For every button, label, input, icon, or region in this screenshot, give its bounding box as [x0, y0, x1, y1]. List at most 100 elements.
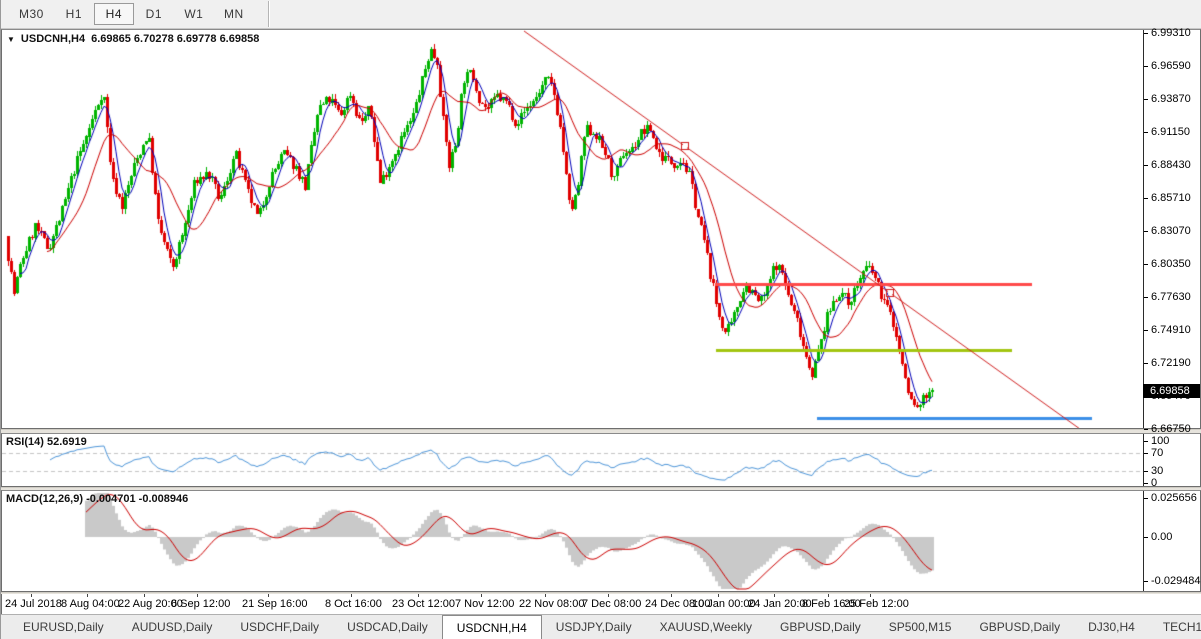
time-axis-tick	[545, 594, 546, 597]
time-axis-label: 23 Oct 12:00	[392, 598, 455, 610]
time-axis-tick	[31, 594, 32, 597]
scale-tick-mark	[1144, 330, 1148, 331]
time-axis-tick	[774, 594, 775, 597]
chart-tab-bar: EURUSD,Daily AUDUSD,Daily USDCHF,Daily USDC…	[1, 614, 1201, 639]
time-axis-tick	[144, 594, 145, 597]
scale-tick-label: 6.72190	[1151, 357, 1191, 369]
macd-chart-canvas[interactable]	[2, 491, 1145, 591]
scale-tick-label: 0	[1151, 477, 1158, 489]
scale-tick-label: 6.74910	[1151, 324, 1191, 336]
tab-sp500-m15[interactable]: SP500,M15	[875, 615, 966, 639]
timeframe-toolbar: M30 H1 H4 D1 W1 MN	[1, 0, 1201, 29]
scale-tick-mark	[1144, 99, 1148, 100]
time-axis-label: 10 Jan 00:00	[692, 598, 756, 610]
scale-tick-label: 100	[1151, 435, 1170, 447]
scale-tick-mark	[1144, 231, 1148, 232]
scale-tick-mark	[1144, 198, 1148, 199]
tab-dj30-h4[interactable]: DJ30,H4	[1074, 615, 1149, 639]
scale-tick-label: 6.88430	[1151, 159, 1191, 171]
scale-tick-label: 6.85710	[1151, 192, 1191, 204]
timeframe-button-h4[interactable]: H4	[93, 3, 134, 25]
tab-usdchf-daily[interactable]: USDCHF,Daily	[226, 615, 333, 639]
scale-tick-label: -0.029484	[1151, 575, 1201, 587]
time-axis-tick	[718, 594, 719, 597]
scale-tick-mark	[1144, 66, 1148, 67]
candlestick-chart-canvas[interactable]	[2, 30, 1145, 428]
trading-platform-window: M30 H1 H4 D1 W1 MN ▼ USDCNH,H4 6.69865 6.7027…	[0, 0, 1201, 639]
time-axis-tick	[608, 594, 609, 597]
macd-scale[interactable]: 0.025656 0.00 -0.029484	[1143, 491, 1201, 591]
scale-tick-mark	[1144, 297, 1148, 298]
rsi-chart-canvas[interactable]	[2, 434, 1145, 486]
tab-eurusd-daily[interactable]: EURUSD,Daily	[9, 615, 118, 639]
tab-xauusd-weekly[interactable]: XAUUSD,Weekly	[646, 615, 766, 639]
scale-tick-mark	[1144, 483, 1148, 484]
time-axis-tick	[828, 594, 829, 597]
tab-tech100-h1[interactable]: TECH100,H1	[1149, 615, 1201, 639]
scale-tick-label: 6.77630	[1151, 291, 1191, 303]
scale-tick-label: 0.00	[1151, 531, 1173, 543]
time-axis-tick	[351, 594, 352, 597]
scale-tick-mark	[1144, 33, 1148, 34]
timeframe-button-mn[interactable]: MN	[214, 3, 254, 25]
timeframe-button-d1[interactable]: D1	[134, 3, 174, 25]
tab-usdjpy-daily[interactable]: USDJPY,Daily	[542, 615, 646, 639]
time-axis-label: 7 Nov 12:00	[455, 598, 515, 610]
scale-tick-mark	[1144, 264, 1148, 265]
tab-usdcad-daily[interactable]: USDCAD,Daily	[333, 615, 442, 639]
scale-tick-label: 6.96590	[1151, 60, 1191, 72]
tab-gbpusd-daily[interactable]: GBPUSD,Daily	[766, 615, 875, 639]
chart-dropdown-icon[interactable]: ▼	[7, 35, 15, 44]
time-axis-label: 25 Feb 12:00	[844, 598, 909, 610]
tab-gbpusd-daily[interactable]: GBPUSD,Daily	[965, 615, 1074, 639]
chart-window: ▼ USDCNH,H4 6.69865 6.70278 6.69778 6.69…	[1, 27, 1201, 435]
current-price-tag: 6.69858	[1143, 384, 1200, 398]
scale-tick-mark	[1144, 132, 1148, 133]
time-axis-label: 22 Nov 08:00	[519, 598, 585, 610]
scale-tick-mark	[1144, 537, 1148, 538]
time-axis-label: 8 Oct 16:00	[325, 598, 382, 610]
tab-audusd-daily[interactable]: AUDUSD,Daily	[118, 615, 227, 639]
rsi-scale[interactable]: 100 70 30 0	[1143, 434, 1200, 489]
time-axis-label: 6 Sep 12:00	[171, 598, 231, 610]
scale-tick-label: 6.91150	[1151, 126, 1190, 138]
chart-symbol-label: USDCNH,H4	[20, 33, 86, 45]
scale-tick-mark	[1144, 471, 1148, 472]
toolbar-separator	[267, 1, 269, 27]
time-axis-label: 21 Sep 16:00	[242, 598, 308, 610]
price-scale[interactable]: 6.99310 6.96590 6.93870 6.91150 6.88430 6.857…	[1143, 27, 1200, 435]
scale-tick-mark	[1144, 581, 1148, 582]
timeframe-button-h1[interactable]: H1	[54, 3, 94, 25]
time-axis-tick	[418, 594, 419, 597]
scale-tick-mark	[1144, 453, 1148, 454]
time-axis-tick	[671, 594, 672, 597]
scale-tick-label: 30	[1151, 465, 1164, 477]
rsi-panel: RSI(14) 52.6919 100 70 30 0	[1, 433, 1201, 489]
time-axis-tick	[197, 594, 198, 597]
macd-panel: MACD(12,26,9) -0.004701 -0.008946 0.0256…	[1, 490, 1201, 592]
timeframe-button-w1[interactable]: W1	[174, 3, 214, 25]
rsi-label: RSI(14) 52.6919	[6, 436, 87, 448]
time-axis-label: 8 Aug 04:00	[61, 598, 120, 610]
time-axis-label: 7 Dec 08:00	[582, 598, 642, 610]
scale-tick-mark	[1144, 165, 1148, 166]
time-axis-tick	[87, 594, 88, 597]
time-axis-tick	[870, 594, 871, 597]
scale-tick-label: 6.93870	[1151, 93, 1191, 105]
scale-tick-label: 0.025656	[1151, 492, 1197, 504]
scale-tick-mark	[1144, 363, 1148, 364]
scale-tick-mark	[1144, 441, 1148, 442]
macd-label: MACD(12,26,9) -0.004701 -0.008946	[6, 493, 189, 505]
scale-tick-label: 6.80350	[1151, 258, 1191, 270]
scale-tick-label: 70	[1151, 447, 1164, 459]
time-axis-tick	[268, 594, 269, 597]
timeframe-button-m30[interactable]: M30	[9, 3, 54, 25]
time-axis[interactable]: 24 Jul 2018 8 Aug 04:00 22 Aug 20:00 6 Sep …	[1, 594, 1201, 614]
scale-tick-label: 6.83070	[1151, 225, 1191, 237]
chart-title: ▼ USDCNH,H4 6.69865 6.70278 6.69778 6.69…	[7, 33, 259, 45]
time-axis-label: 24 Jul 2018	[5, 598, 62, 610]
scale-tick-label: 6.99310	[1151, 27, 1191, 39]
scale-tick-mark	[1144, 429, 1148, 430]
chart-ohlc-values: 6.69865 6.70278 6.69778 6.69858	[91, 33, 260, 45]
tab-usdcnh-h4[interactable]: USDCNH,H4	[441, 615, 542, 639]
